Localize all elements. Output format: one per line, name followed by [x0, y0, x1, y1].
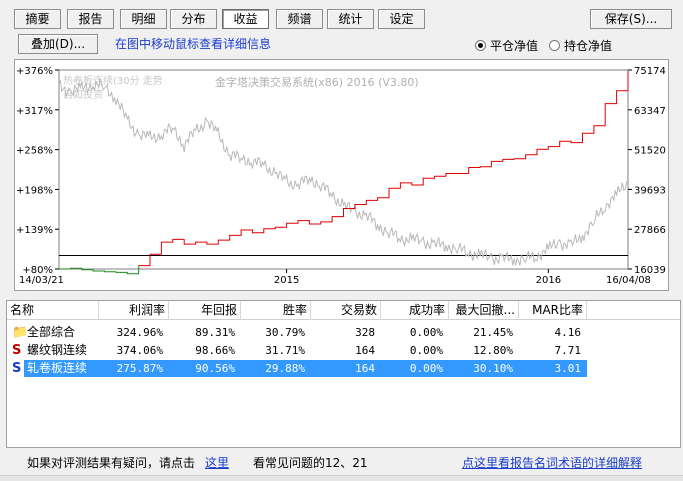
- x-tick-label: 16/04/08: [606, 275, 651, 286]
- radio-close-equity-icon[interactable]: [475, 40, 486, 51]
- cell-max-drawdown: 12.80%: [473, 344, 513, 357]
- right-tick-label: 27866: [634, 225, 666, 236]
- radio-hold-equity[interactable]: 持仓净值: [549, 37, 612, 54]
- chart-hint-text: 在图中移动鼠标查看详细信息: [115, 37, 272, 51]
- cell-mar-ratio: 7.71: [554, 344, 582, 357]
- cell-profit-rate: 324.96%: [116, 326, 163, 339]
- right-tick-label: 51520: [634, 146, 666, 157]
- x-tick-label: 2015: [274, 275, 299, 286]
- cell-max-drawdown: 30.10%: [449, 360, 519, 377]
- left-tick-label: +139%: [16, 225, 53, 236]
- cell-success-rate: 0.00%: [409, 344, 443, 357]
- right-tick-label: 63347: [634, 106, 666, 117]
- x-tick-label: 14/03/21: [19, 275, 64, 286]
- left-tick-label: +198%: [16, 185, 53, 196]
- tab-report[interactable]: 报告: [67, 9, 114, 29]
- left-tick-label: +258%: [16, 146, 53, 157]
- cell-win-rate: 30.79%: [265, 326, 305, 339]
- cell-annual-return: 98.66%: [195, 344, 235, 357]
- horizontal-scrollbar[interactable]: [0, 475, 683, 481]
- tab-settings[interactable]: 设定: [378, 9, 425, 29]
- col-name-header[interactable]: 名称: [7, 301, 99, 320]
- cell-success-rate: 0.00%: [409, 326, 443, 339]
- equity-chart[interactable]: 金字塔决策交易系统(x86) 2016 (V3.80) 热卷板连续(30分 走势自…: [14, 59, 669, 291]
- x-tick-label: 2016: [536, 275, 561, 286]
- right-tick-label: 75174: [634, 66, 666, 77]
- cell-win-rate: 31.71%: [265, 344, 305, 357]
- cell-trades: 164: [355, 344, 375, 357]
- col-trades-header[interactable]: 交易数: [311, 301, 381, 320]
- radio-hold-equity-label: 持仓净值: [564, 39, 613, 53]
- radio-hold-equity-icon[interactable]: [549, 40, 560, 51]
- cell-win-rate: 29.88%: [241, 360, 311, 377]
- col-mar-ratio-header[interactable]: MAR比率: [519, 301, 587, 320]
- radio-close-equity[interactable]: 平仓净值: [475, 37, 538, 54]
- row-name: 全部综合: [27, 325, 76, 339]
- col-max-drawdown-header[interactable]: 最大回撤...: [449, 301, 519, 320]
- tab-detail[interactable]: 明细: [120, 9, 167, 29]
- cell-profit-rate: 275.87%: [99, 360, 169, 377]
- glossary-link[interactable]: 点这里看报告名词术语的详细解释: [462, 454, 642, 471]
- cell-trades: 164: [311, 360, 381, 377]
- overlay-button[interactable]: 叠加(D)...: [18, 34, 98, 54]
- footer-faq-text: 看常见问题的12、21: [253, 456, 368, 470]
- cell-annual-return: 90.56%: [169, 360, 241, 377]
- row-name: 螺纹钢连续: [27, 343, 88, 357]
- save-button[interactable]: 保存(S)...: [590, 9, 672, 29]
- cell-profit-rate: 374.06%: [116, 344, 163, 357]
- col-annual-return-header[interactable]: 年回报: [169, 301, 241, 320]
- cell-max-drawdown: 21.45%: [473, 326, 513, 339]
- footer-question-text: 如果对评测结果有疑问，请点击: [27, 456, 196, 470]
- col-success-rate-header[interactable]: 成功率: [381, 301, 449, 320]
- cell-trades: 328: [355, 326, 375, 339]
- plot-area: [58, 69, 629, 270]
- tab-bar: 摘要 报告 明细 分布 收益 频谱 统计 设定 保存(S)...: [0, 0, 683, 30]
- cell-success-rate: 0.00%: [381, 360, 449, 377]
- table-row[interactable]: 📁 全部综合 324.96% 89.31% 30.79% 328 0.00% 2…: [7, 324, 680, 341]
- left-tick-label: +317%: [16, 106, 53, 117]
- tab-distribution[interactable]: 分布: [170, 9, 217, 29]
- tab-spectrum[interactable]: 频谱: [276, 9, 323, 29]
- tab-summary[interactable]: 摘要: [14, 9, 61, 29]
- left-tick-label: +376%: [16, 66, 53, 77]
- cell-annual-return: 89.31%: [195, 326, 235, 339]
- col-profit-rate-header[interactable]: 利润率: [99, 301, 169, 320]
- cell-mar-ratio: 4.16: [554, 326, 582, 339]
- tab-statistics[interactable]: 统计: [327, 9, 374, 29]
- table-header: 名称 利润率 年回报 胜率 交易数 成功率 最大回撤... MAR比率: [7, 301, 680, 320]
- cell-mar-ratio: 3.01: [519, 360, 587, 377]
- footer-bar: 如果对评测结果有疑问，请点击 这里 看常见问题的12、21 点这里看报告名词术语…: [0, 451, 683, 473]
- row-name: 轧卷板连续: [24, 360, 99, 377]
- table-row-selected[interactable]: S 轧卷板连续 275.87% 90.56% 29.88% 164 0.00% …: [7, 360, 680, 377]
- equity-chart-svg[interactable]: 金字塔决策交易系统(x86) 2016 (V3.80)热卷板连续(30分 走势自…: [15, 60, 670, 292]
- faq-link[interactable]: 这里: [205, 454, 229, 471]
- table-row[interactable]: S 螺纹钢连续 374.06% 98.66% 31.71% 164 0.00% …: [7, 342, 680, 359]
- right-tick-label: 39693: [634, 185, 666, 196]
- chart-watermark-sub1: 热卷板连续(30分 走势: [63, 74, 163, 87]
- results-table: 名称 利润率 年回报 胜率 交易数 成功率 最大回撤... MAR比率 📁 全部…: [6, 300, 681, 448]
- col-win-rate-header[interactable]: 胜率: [241, 301, 311, 320]
- radio-close-equity-label: 平仓净值: [490, 39, 539, 53]
- strategy-s-icon: S: [12, 361, 22, 376]
- chart-watermark-title: 金字塔决策交易系统(x86) 2016 (V3.80): [215, 75, 419, 89]
- tab-returns[interactable]: 收益: [222, 9, 269, 29]
